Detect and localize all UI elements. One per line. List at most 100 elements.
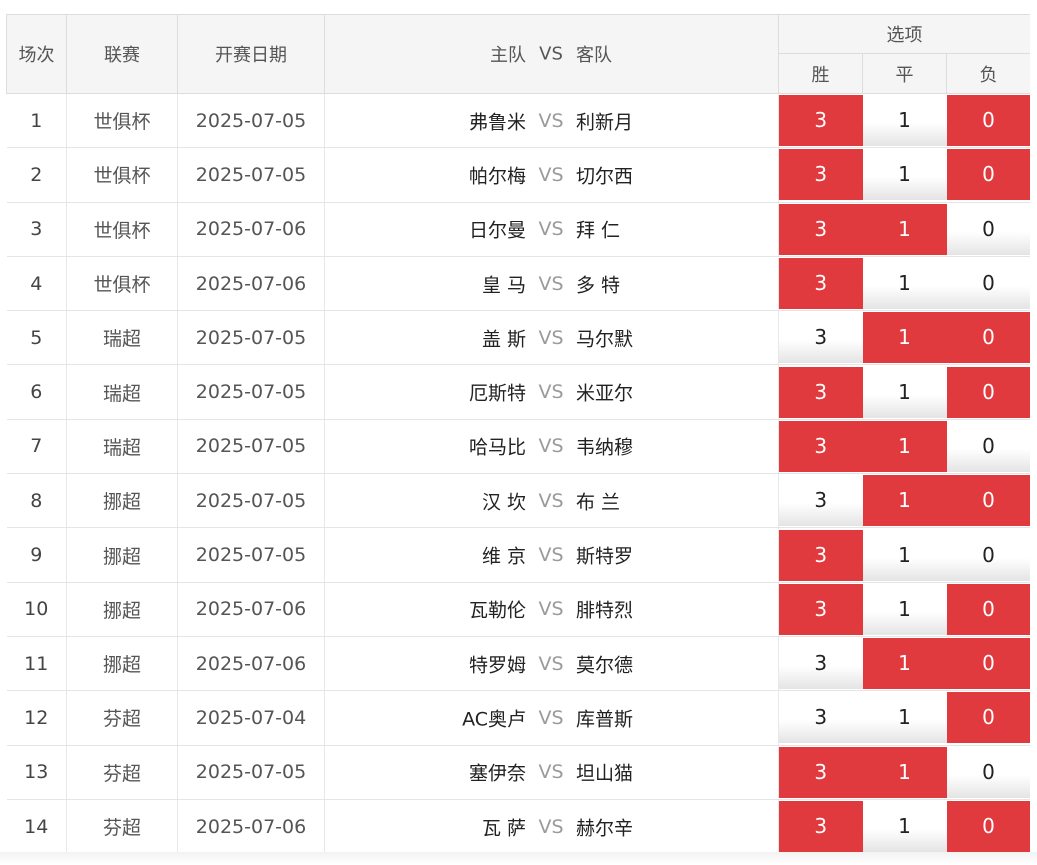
option-draw-button[interactable]: 1 xyxy=(862,95,947,147)
match-index: 9 xyxy=(6,527,67,583)
away-team: 赫尔辛 xyxy=(576,817,634,839)
option-lose-button[interactable]: 0 xyxy=(946,529,1031,581)
match-date: 2025-07-05 xyxy=(177,147,325,203)
table-row: 11 挪超 2025-07-06 特罗姆 VS 莫尔德 3 1 0 xyxy=(6,636,1037,692)
match-date: 2025-07-06 xyxy=(177,636,325,692)
option-win-button[interactable]: 3 xyxy=(779,746,863,798)
option-lose-button[interactable]: 0 xyxy=(946,203,1031,255)
option-draw-button[interactable]: 1 xyxy=(862,312,947,364)
option-win-button[interactable]: 3 xyxy=(779,475,863,527)
home-team: 瓦 萨 xyxy=(481,817,526,839)
away-team: 米亚尔 xyxy=(576,382,634,405)
header-opt-lose: 负 xyxy=(945,53,1032,94)
option-lose-button[interactable]: 0 xyxy=(946,149,1031,201)
option-lose-button[interactable]: 0 xyxy=(946,475,1031,527)
away-team: 马尔默 xyxy=(576,328,634,351)
vs-label: VS xyxy=(538,109,564,132)
option-cell-win: 3 xyxy=(778,147,863,203)
option-lose-button[interactable]: 0 xyxy=(946,312,1031,364)
home-team: 弗鲁米 xyxy=(468,111,526,134)
option-lose-button[interactable]: 0 xyxy=(946,583,1031,635)
match-teams: 哈马比 VS 韦纳穆 xyxy=(324,419,779,475)
match-teams: 厄斯特 VS 米亚尔 xyxy=(324,364,779,420)
option-lose-button[interactable]: 0 xyxy=(946,746,1031,798)
option-draw-button[interactable]: 1 xyxy=(862,203,947,255)
option-draw-button[interactable]: 1 xyxy=(862,149,947,201)
vs-label: VS xyxy=(538,652,564,675)
table-row: 9 挪超 2025-07-05 维 京 VS 斯特罗 3 1 0 xyxy=(6,527,1037,583)
option-cell-draw: 1 xyxy=(862,147,947,203)
table-row: 10 挪超 2025-07-06 瓦勒伦 VS 腓特烈 3 1 0 xyxy=(6,582,1037,637)
match-board: 场次 联赛 开赛日期 主队 VS 客队 选项 胜 平 负 1 世俱杯 2025-… xyxy=(6,14,1037,854)
header-opt-win: 胜 xyxy=(778,53,863,94)
option-lose-button[interactable]: 0 xyxy=(946,638,1031,690)
table-row: 13 芬超 2025-07-05 塞伊奈 VS 坦山猫 3 1 0 xyxy=(6,745,1037,800)
option-cell-draw: 1 xyxy=(862,527,947,583)
away-team: 布 兰 xyxy=(576,491,621,514)
option-win-button[interactable]: 3 xyxy=(779,149,863,201)
match-teams: 瓦 萨 VS 赫尔辛 xyxy=(324,799,779,854)
option-draw-button[interactable]: 1 xyxy=(862,583,947,635)
option-cell-lose: 0 xyxy=(946,799,1031,854)
home-team: 哈马比 xyxy=(468,436,526,459)
option-win-button[interactable]: 3 xyxy=(779,203,863,255)
option-draw-button[interactable]: 1 xyxy=(862,258,947,310)
option-win-button[interactable]: 3 xyxy=(779,366,863,418)
away-team: 库普斯 xyxy=(576,708,634,731)
vs-label: VS xyxy=(538,326,564,349)
vs-label: VS xyxy=(538,381,564,404)
match-date: 2025-07-06 xyxy=(177,256,325,312)
option-win-button[interactable]: 3 xyxy=(779,583,863,635)
table-row: 1 世俱杯 2025-07-05 弗鲁米 VS 利新月 3 1 0 xyxy=(6,93,1037,149)
vs-label: VS xyxy=(538,218,564,241)
match-index: 5 xyxy=(6,310,67,366)
match-teams: 特罗姆 VS 莫尔德 xyxy=(324,636,779,692)
match-league: 挪超 xyxy=(66,582,178,637)
table-row: 4 世俱杯 2025-07-06 皇 马 VS 多 特 3 1 0 xyxy=(6,256,1037,312)
option-draw-button[interactable]: 1 xyxy=(862,420,947,472)
option-draw-button[interactable]: 1 xyxy=(862,692,947,744)
match-index: 2 xyxy=(6,147,67,203)
option-lose-button[interactable]: 0 xyxy=(946,95,1031,147)
match-index: 13 xyxy=(6,745,67,800)
option-lose-button[interactable]: 0 xyxy=(946,366,1031,418)
option-cell-win: 3 xyxy=(778,690,863,746)
option-win-button[interactable]: 3 xyxy=(779,312,863,364)
away-team: 切尔西 xyxy=(576,165,634,188)
home-team: 汉 坎 xyxy=(481,491,526,514)
option-win-button[interactable]: 3 xyxy=(779,801,863,852)
table-row: 3 世俱杯 2025-07-06 日尔曼 VS 拜 仁 3 1 0 xyxy=(6,202,1037,257)
option-win-button[interactable]: 3 xyxy=(779,638,863,690)
match-teams: 日尔曼 VS 拜 仁 xyxy=(324,202,779,257)
option-cell-draw: 1 xyxy=(862,690,947,746)
option-cell-win: 3 xyxy=(778,256,863,312)
home-team: 塞伊奈 xyxy=(468,762,526,785)
option-draw-button[interactable]: 1 xyxy=(862,801,947,852)
option-draw-button[interactable]: 1 xyxy=(862,529,947,581)
option-draw-button[interactable]: 1 xyxy=(862,366,947,418)
option-cell-lose: 0 xyxy=(946,582,1031,637)
option-win-button[interactable]: 3 xyxy=(779,258,863,310)
option-lose-button[interactable]: 0 xyxy=(946,801,1031,852)
home-team: 维 京 xyxy=(481,545,526,568)
match-league: 芬超 xyxy=(66,690,178,746)
match-league: 挪超 xyxy=(66,527,178,583)
option-win-button[interactable]: 3 xyxy=(779,95,863,147)
away-team: 斯特罗 xyxy=(576,545,634,568)
match-league: 世俱杯 xyxy=(66,93,178,149)
option-lose-button[interactable]: 0 xyxy=(946,258,1031,310)
home-team: 盖 斯 xyxy=(481,328,526,351)
bottom-fade xyxy=(0,852,1037,865)
option-win-button[interactable]: 3 xyxy=(779,529,863,581)
option-win-button[interactable]: 3 xyxy=(779,420,863,472)
option-draw-button[interactable]: 1 xyxy=(862,475,947,527)
option-lose-button[interactable]: 0 xyxy=(946,692,1031,744)
option-cell-lose: 0 xyxy=(946,93,1031,149)
option-draw-button[interactable]: 1 xyxy=(862,746,947,798)
option-win-button[interactable]: 3 xyxy=(779,692,863,744)
match-teams: AC奥卢 VS 库普斯 xyxy=(324,690,779,746)
option-draw-button[interactable]: 1 xyxy=(862,638,947,690)
match-league: 世俱杯 xyxy=(66,147,178,203)
option-lose-button[interactable]: 0 xyxy=(946,420,1031,472)
match-league: 世俱杯 xyxy=(66,256,178,312)
